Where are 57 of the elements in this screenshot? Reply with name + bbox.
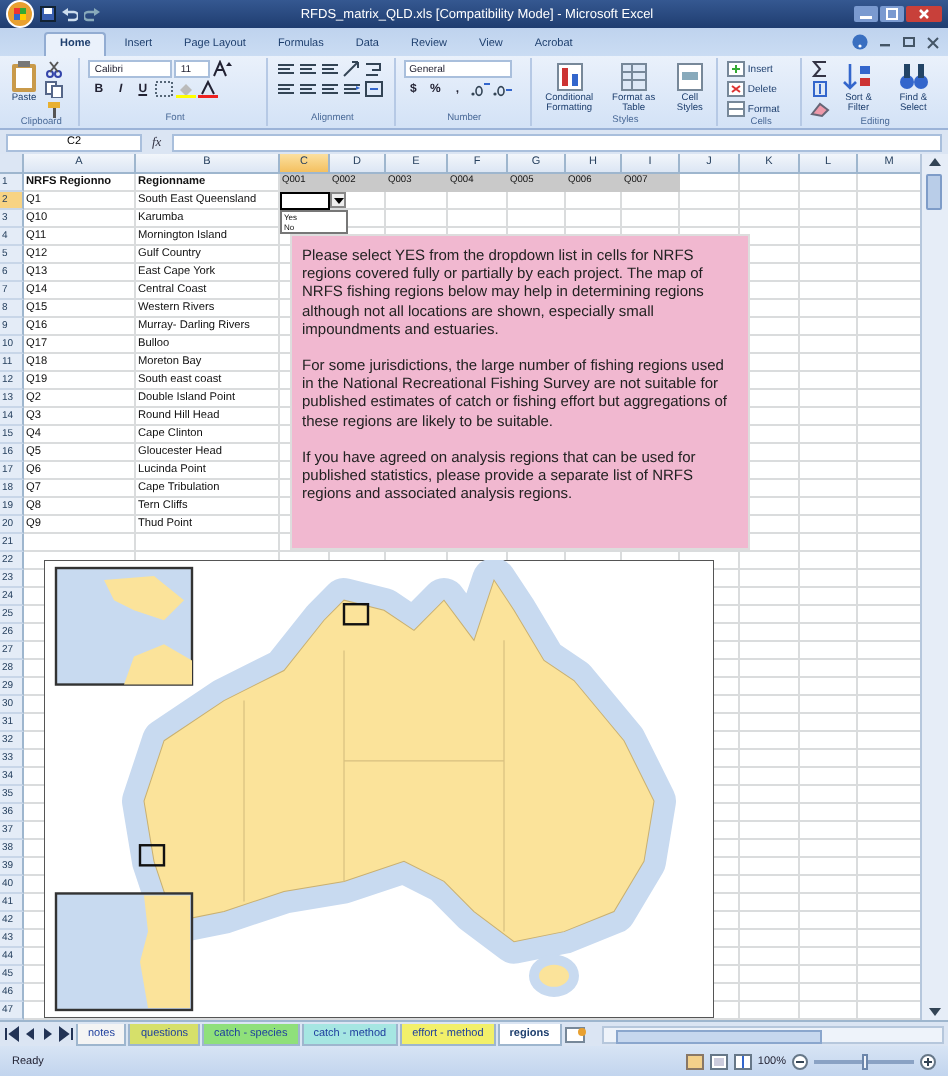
page-layout-icon[interactable]	[709, 1053, 728, 1069]
scrollbar-thumb[interactable]	[926, 174, 943, 210]
formula-field[interactable]	[171, 133, 942, 151]
align-icon[interactable]	[275, 80, 296, 98]
minimize-icon[interactable]	[854, 6, 878, 22]
redo-icon[interactable]	[84, 6, 100, 22]
caret-icon	[333, 197, 343, 203]
align-icon[interactable]	[297, 60, 318, 78]
align-icon[interactable]	[297, 80, 318, 98]
insert-sheet-icon[interactable]	[563, 1025, 588, 1043]
format-icon[interactable]	[725, 100, 746, 118]
borders-icon[interactable]	[154, 80, 175, 98]
last-sheet-icon[interactable]	[58, 1026, 74, 1042]
next-sheet-icon[interactable]	[40, 1026, 56, 1042]
office-button-icon[interactable]	[6, 0, 34, 28]
decrease-decimal-icon[interactable]	[491, 80, 512, 98]
fill-icon[interactable]	[810, 80, 831, 98]
fill-color-icon[interactable]	[176, 80, 197, 98]
insert-icon[interactable]	[725, 60, 746, 78]
merge-icon[interactable]	[363, 80, 384, 98]
align-icon[interactable]	[319, 60, 340, 78]
close-icon[interactable]	[906, 6, 942, 22]
autosum-icon[interactable]	[810, 60, 831, 78]
wrap-text-icon[interactable]	[363, 60, 384, 78]
orientation-icon[interactable]	[341, 60, 362, 78]
help-icon[interactable]	[852, 34, 868, 50]
align-icon[interactable]	[275, 60, 296, 78]
previous-sheet-icon[interactable]	[22, 1026, 38, 1042]
copy-icon[interactable]	[44, 80, 64, 98]
zoom-in-icon[interactable]	[920, 1053, 936, 1069]
restore-icon[interactable]	[902, 34, 916, 50]
normal-view-icon[interactable]	[685, 1053, 704, 1069]
conditional-formatting-icon[interactable]	[553, 60, 586, 92]
save-icon[interactable]	[40, 6, 56, 22]
first-sheet-icon[interactable]	[4, 1026, 20, 1042]
format-painter-icon[interactable]	[44, 100, 64, 118]
dropdown-button[interactable]	[330, 192, 346, 208]
page-break-icon[interactable]	[733, 1053, 752, 1069]
grow-font-icon[interactable]	[212, 60, 233, 78]
horizontal-scrollbar[interactable]	[601, 1025, 944, 1043]
increase-decimal-icon[interactable]	[469, 80, 490, 98]
align-icon[interactable]	[319, 80, 340, 98]
eraser-icon[interactable]	[810, 100, 831, 118]
cell-styles-icon[interactable]	[673, 60, 706, 92]
undo-icon[interactable]	[62, 6, 78, 22]
close-icon[interactable]	[926, 34, 940, 50]
font-color-icon[interactable]	[198, 80, 219, 98]
delete-icon[interactable]	[725, 80, 746, 98]
sort-icon[interactable]	[842, 60, 875, 92]
active-cell[interactable]	[280, 192, 330, 210]
maximize-icon[interactable]	[880, 6, 904, 22]
zoom-out-icon[interactable]	[792, 1053, 808, 1069]
indent-icon[interactable]	[341, 80, 362, 98]
scissors-icon[interactable]	[44, 60, 64, 78]
clipboard-icon[interactable]	[10, 60, 38, 92]
binoculars-icon[interactable]	[897, 60, 930, 92]
table-icon[interactable]	[617, 60, 650, 92]
